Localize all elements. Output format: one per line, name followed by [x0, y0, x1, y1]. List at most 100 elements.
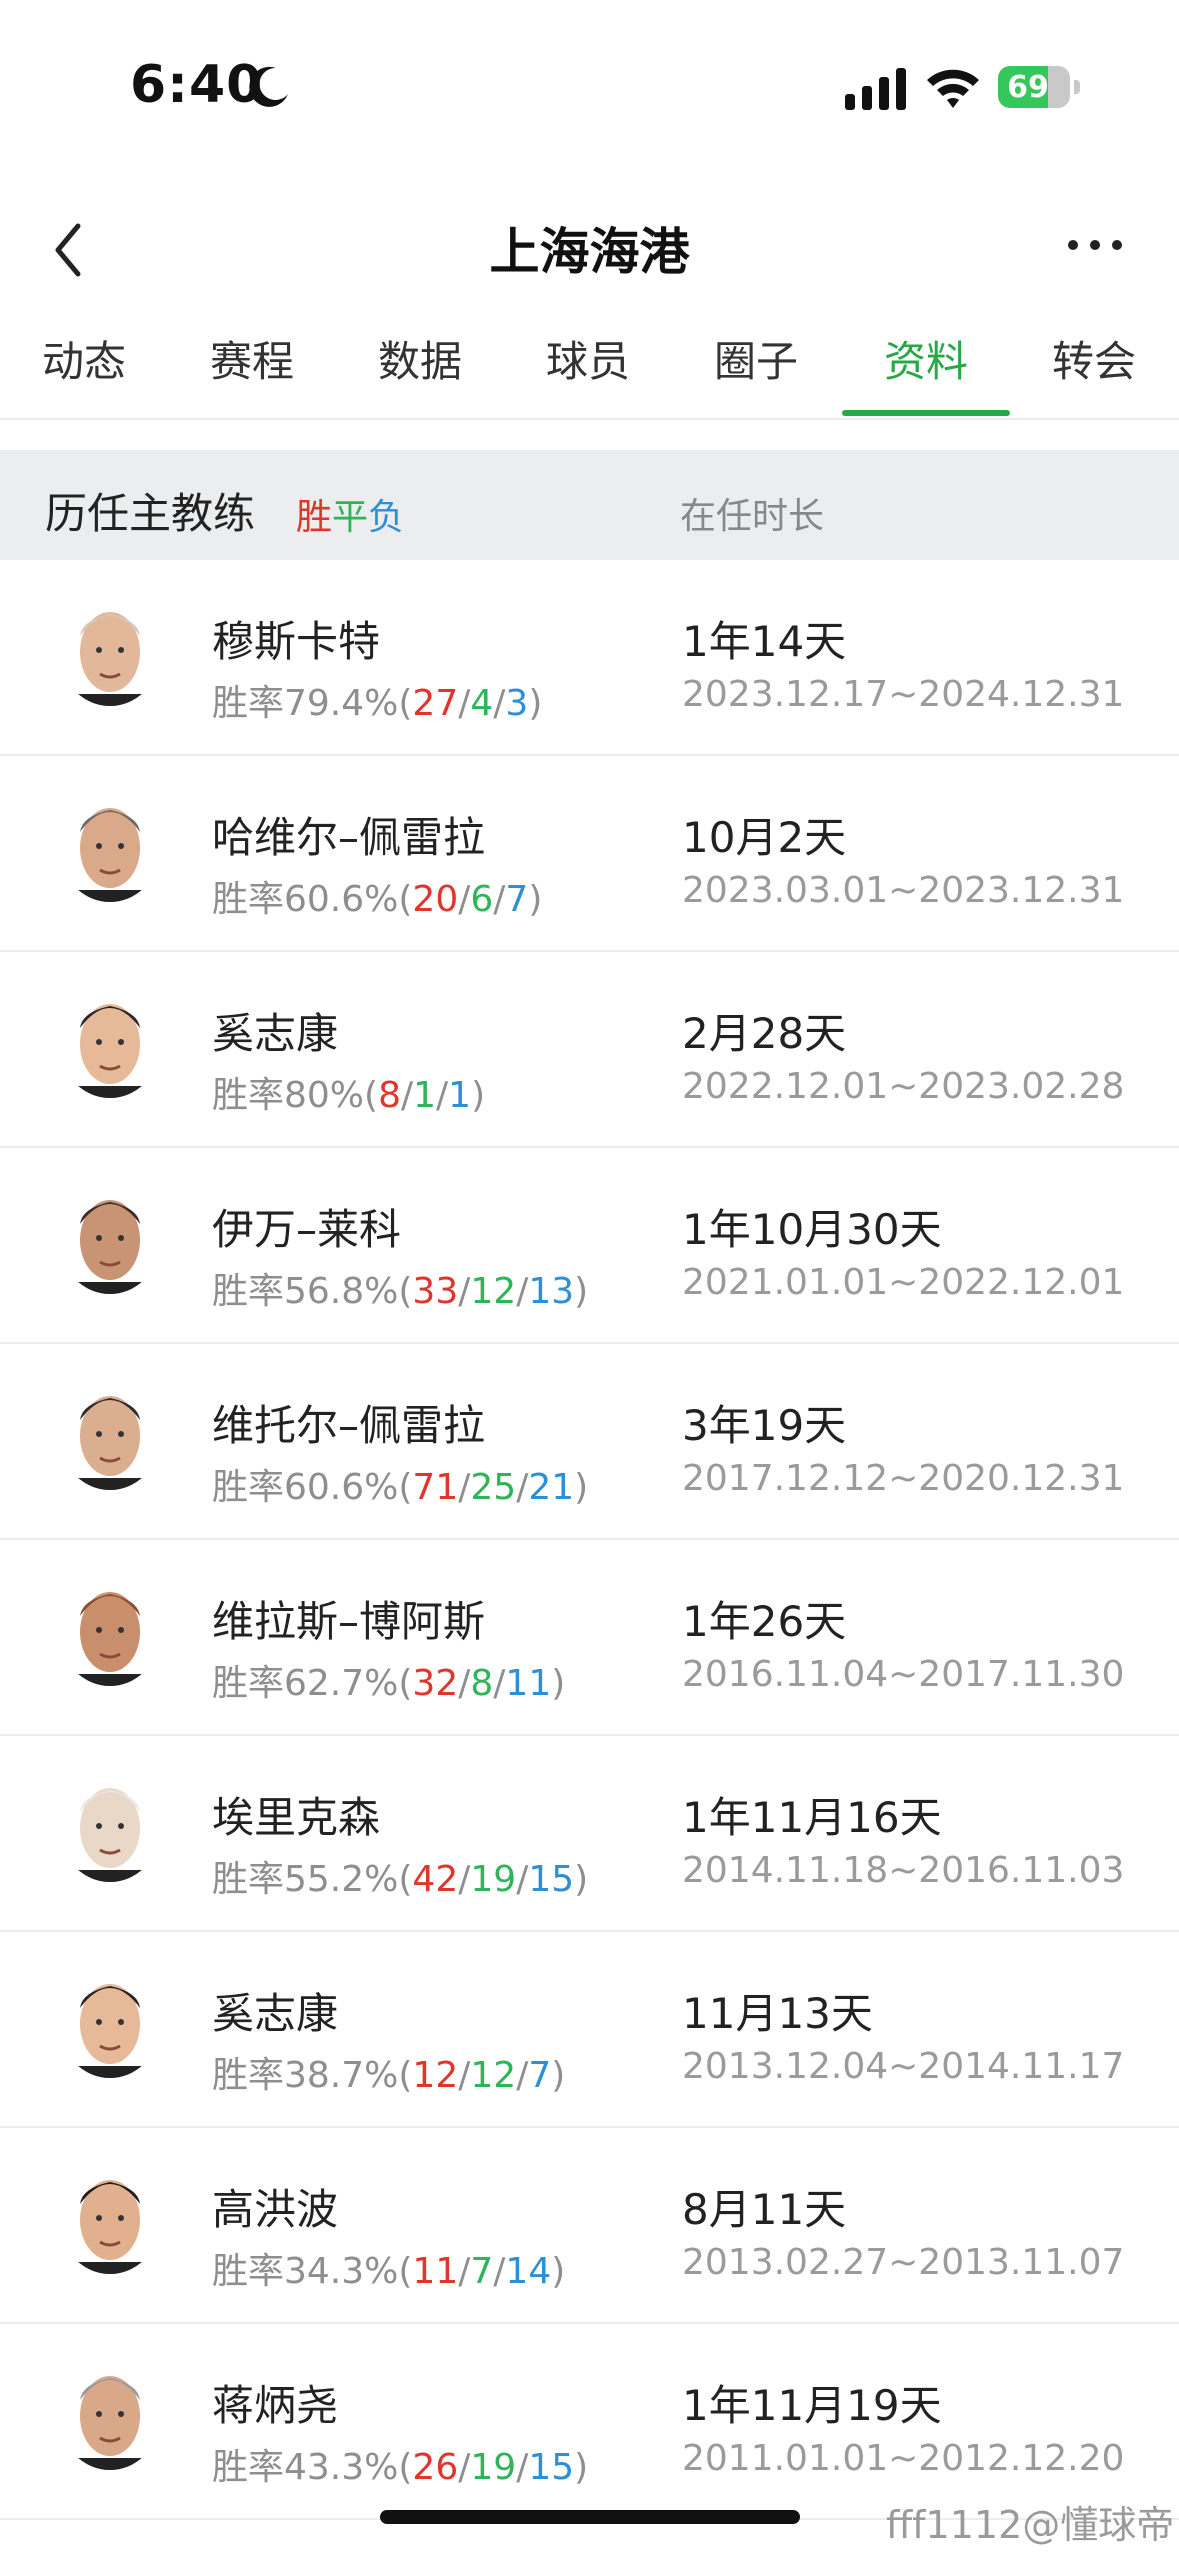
draws: 19: [470, 2447, 517, 2488]
coach-tenure: 1年14天: [682, 617, 847, 666]
coach-record: 胜率38.7%(12/12/7): [212, 2055, 566, 2096]
coach-row[interactable]: 埃里克森 胜率55.2%(42/19/15) 1年11月16天 2014.11.…: [0, 1736, 1179, 1932]
coach-record: 胜率56.8%(33/12/13): [212, 1271, 589, 1312]
coach-dates: 2022.12.01~2023.02.28: [682, 1066, 1125, 1107]
coach-dates: 2021.01.01~2022.12.01: [682, 1262, 1125, 1303]
win-rate: 胜率34.3%: [212, 2251, 399, 2292]
losses: 15: [528, 2447, 575, 2488]
nav-bar: 上海海港: [0, 190, 1179, 300]
tab-schedule[interactable]: 赛程: [168, 310, 336, 418]
wins: 26: [412, 2447, 459, 2488]
losses: 7: [505, 879, 529, 920]
coach-name: 高洪波: [212, 2185, 339, 2234]
coach-record: 胜率60.6%(20/6/7): [212, 879, 543, 920]
coach-dates: 2023.12.17~2024.12.31: [682, 674, 1125, 715]
coach-avatar: [62, 610, 158, 706]
status-bar: 6:40 69: [0, 0, 1179, 170]
coach-row[interactable]: 奚志康 胜率38.7%(12/12/7) 11月13天 2013.12.04~2…: [0, 1932, 1179, 2128]
losses: 3: [505, 683, 529, 724]
coach-record: 胜率60.6%(71/25/21): [212, 1467, 589, 1508]
coach-name: 蒋炳尧: [212, 2381, 339, 2430]
battery-percent: 69: [1007, 70, 1049, 105]
tab-bar: 动态 赛程 数据 球员 圈子 资料 转会: [0, 310, 1179, 420]
win-rate: 胜率43.3%: [212, 2447, 399, 2488]
coach-tenure: 1年26天: [682, 1597, 847, 1646]
wins: 27: [412, 683, 459, 724]
battery-indicator: 69: [998, 66, 1080, 108]
coach-tenure: 8月11天: [682, 2185, 847, 2234]
coach-tenure: 1年10月30天: [682, 1205, 942, 1254]
coach-list: 穆斯卡特 胜率79.4%(27/4/3) 1年14天 2023.12.17~20…: [0, 560, 1179, 2520]
wins: 8: [378, 1075, 401, 1116]
coach-name: 维拉斯–博阿斯: [212, 1597, 486, 1646]
coach-dates: 2017.12.12~2020.12.31: [682, 1458, 1125, 1499]
draws: 1: [413, 1075, 437, 1116]
legend-loss: 负: [368, 497, 405, 538]
tab-profile[interactable]: 资料: [842, 310, 1010, 418]
coach-record: 胜率80%(8/1/1): [212, 1075, 486, 1116]
coach-row[interactable]: 维拉斯–博阿斯 胜率62.7%(32/8/11) 1年26天 2016.11.0…: [0, 1540, 1179, 1736]
coach-avatar: [62, 2178, 158, 2274]
cellular-signal-icon: [845, 68, 906, 110]
coach-record: 胜率55.2%(42/19/15): [212, 1859, 589, 1900]
moon-icon: [249, 66, 288, 107]
wins: 42: [412, 1859, 459, 1900]
wins: 12: [412, 2055, 459, 2096]
coach-tenure: 3年19天: [682, 1401, 847, 1450]
coach-dates: 2016.11.04~2017.11.30: [682, 1654, 1125, 1695]
wifi-icon: [927, 69, 979, 108]
coach-row[interactable]: 奚志康 胜率80%(8/1/1) 2月28天 2022.12.01~2023.0…: [0, 952, 1179, 1148]
coach-row[interactable]: 蒋炳尧 胜率43.3%(26/19/15) 1年11月19天 2011.01.0…: [0, 2324, 1179, 2520]
legend-draw: 平: [332, 497, 369, 538]
win-rate: 胜率55.2%: [212, 1859, 399, 1900]
coach-tenure: 11月13天: [682, 1989, 873, 2038]
watermark: fff1112@懂球帝: [886, 2503, 1175, 2547]
coach-record: 胜率79.4%(27/4/3): [212, 683, 543, 724]
coach-record: 胜率43.3%(26/19/15): [212, 2447, 589, 2488]
result-legend: 胜平负: [296, 488, 404, 540]
coach-row[interactable]: 哈维尔–佩雷拉 胜率60.6%(20/6/7) 10月2天 2023.03.01…: [0, 756, 1179, 952]
home-indicator: [380, 2510, 800, 2524]
coach-avatar: [62, 1590, 158, 1686]
coach-name: 维托尔–佩雷拉: [212, 1401, 486, 1450]
coach-tenure: 2月28天: [682, 1009, 847, 1058]
coach-avatar: [62, 1786, 158, 1882]
wins: 71: [412, 1467, 459, 1508]
coach-row[interactable]: 维托尔–佩雷拉 胜率60.6%(71/25/21) 3年19天 2017.12.…: [0, 1344, 1179, 1540]
coach-name: 哈维尔–佩雷拉: [212, 813, 486, 862]
wins: 32: [412, 1663, 459, 1704]
coach-tenure: 1年11月19天: [682, 2381, 942, 2430]
draws: 25: [470, 1467, 517, 1508]
tab-data[interactable]: 数据: [336, 310, 504, 418]
coach-record: 胜率34.3%(11/7/14): [212, 2251, 566, 2292]
tab-dynamics[interactable]: 动态: [0, 310, 168, 418]
losses: 15: [528, 1859, 575, 1900]
draws: 12: [470, 1271, 517, 1312]
coach-dates: 2014.11.18~2016.11.03: [682, 1850, 1125, 1891]
tab-players[interactable]: 球员: [504, 310, 672, 418]
coach-row[interactable]: 伊万–莱科 胜率56.8%(33/12/13) 1年10月30天 2021.01…: [0, 1148, 1179, 1344]
coach-name: 奚志康: [212, 1009, 339, 1058]
coaches-section-header: 历任主教练 胜平负 在任时长: [0, 450, 1179, 560]
ellipsis-icon[interactable]: [1065, 235, 1125, 255]
coach-tenure: 10月2天: [682, 813, 847, 862]
losses: 14: [505, 2251, 552, 2292]
coach-avatar: [62, 806, 158, 902]
coach-name: 穆斯卡特: [212, 617, 381, 666]
win-rate: 胜率38.7%: [212, 2055, 399, 2096]
draws: 8: [470, 1663, 494, 1704]
active-tab-indicator: [842, 410, 1010, 416]
tab-transfers[interactable]: 转会: [1010, 310, 1178, 418]
coach-avatar: [62, 1198, 158, 1294]
status-time: 6:40: [130, 55, 264, 115]
losses: 1: [448, 1075, 472, 1116]
coach-name: 伊万–莱科: [212, 1205, 402, 1254]
tenure-column-header: 在任时长: [680, 496, 825, 537]
wins: 33: [412, 1271, 459, 1312]
coach-row[interactable]: 高洪波 胜率34.3%(11/7/14) 8月11天 2013.02.27~20…: [0, 2128, 1179, 2324]
tab-circle[interactable]: 圈子: [672, 310, 840, 418]
coach-record: 胜率62.7%(32/8/11): [212, 1663, 566, 1704]
draws: 7: [470, 2251, 494, 2292]
losses: 13: [528, 1271, 575, 1312]
coach-row[interactable]: 穆斯卡特 胜率79.4%(27/4/3) 1年14天 2023.12.17~20…: [0, 560, 1179, 756]
